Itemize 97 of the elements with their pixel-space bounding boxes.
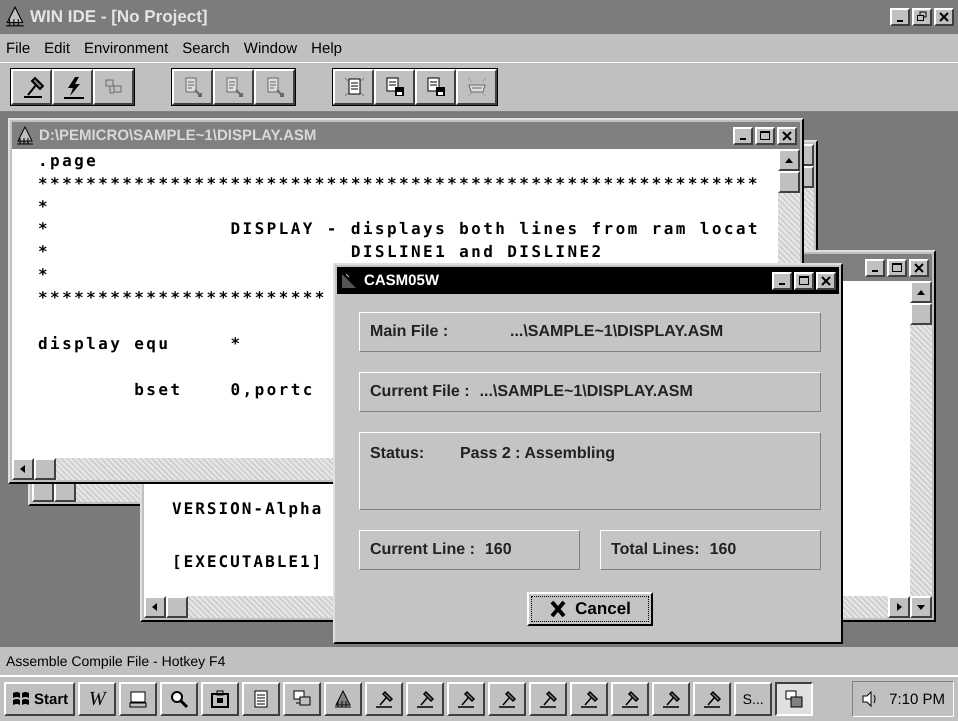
hammer-icon — [538, 689, 558, 709]
toolbar-button[interactable] — [11, 69, 52, 105]
hammer-icon — [456, 689, 476, 709]
code-line: [EXECUTABLE1] — [172, 551, 324, 574]
close-button[interactable] — [777, 126, 797, 144]
scroll-left-button[interactable] — [12, 458, 34, 480]
code-line: * — [38, 264, 50, 286]
magnifier-icon — [169, 689, 190, 709]
clock: 7:10 PM — [889, 690, 945, 708]
windows-flag-icon — [11, 690, 31, 708]
minimize-button[interactable] — [865, 258, 885, 276]
maximize-icon — [891, 262, 903, 274]
window-title: WIN IDE - [No Project] — [30, 7, 208, 27]
toolbar-button[interactable] — [333, 69, 374, 105]
code-line: ************************ — [38, 286, 327, 309]
code-line: bset 0,portc — [133, 379, 315, 402]
field-value: ...\SAMPLE~1\DISPLAY.ASM — [480, 383, 693, 401]
field-label: Main File : — [370, 323, 450, 341]
taskbar-button[interactable]: S... — [734, 682, 772, 716]
hammer-icon — [620, 689, 640, 709]
document-icon — [342, 75, 366, 99]
field-label: Current File : — [370, 383, 470, 401]
maximize-button[interactable] — [887, 258, 907, 276]
scroll-thumb[interactable] — [166, 596, 188, 618]
code-line: * — [38, 196, 50, 218]
scroll-thumb[interactable] — [778, 171, 800, 193]
hammer-icon — [415, 689, 436, 709]
field-value: ...\SAMPLE~1\DISPLAY.ASM — [510, 323, 724, 341]
minimize-button[interactable] — [890, 8, 910, 26]
restore-button[interactable] — [912, 8, 932, 26]
menu-item[interactable]: Edit — [44, 40, 70, 56]
minimize-button[interactable] — [772, 272, 792, 290]
x-icon — [549, 600, 568, 618]
tray-icon — [464, 75, 488, 99]
taskbar-button[interactable]: W — [78, 682, 116, 716]
close-icon — [938, 11, 950, 23]
hammer-icon — [497, 689, 518, 709]
field-value: 160 — [484, 541, 512, 559]
maximize-icon — [759, 130, 771, 142]
scroll-up-button[interactable] — [778, 149, 800, 171]
scroll-down-button[interactable] — [910, 596, 932, 618]
scroll-thumb[interactable] — [910, 303, 932, 325]
hammer-icon — [661, 689, 682, 709]
maximize-icon — [798, 274, 810, 286]
scroll-right-button[interactable] — [888, 596, 910, 618]
menu-item[interactable]: Window — [244, 40, 298, 56]
start-button[interactable]: Start — [4, 682, 76, 716]
toolbar-button[interactable] — [374, 69, 415, 105]
dialog-title: CASM05W — [364, 272, 440, 289]
minimize-icon — [872, 270, 878, 272]
close-button[interactable] — [909, 258, 929, 276]
hammer-icon — [702, 689, 722, 709]
code-line: * DISLINE1 and DISLINE2 — [38, 241, 604, 264]
code-line: display equ * — [38, 333, 243, 356]
field-value: Pass 2 : Assembling — [460, 445, 616, 463]
code-line: VERSION-Alpha — [172, 498, 324, 520]
maximize-button[interactable] — [794, 272, 814, 290]
window-stack-icon — [784, 689, 804, 709]
close-icon — [820, 274, 832, 286]
house-icon — [4, 6, 26, 28]
scroll-left-button[interactable] — [144, 596, 166, 618]
house-icon — [15, 126, 35, 146]
hammer-icon — [374, 689, 394, 709]
briefcase-icon — [210, 689, 230, 709]
scroll-thumb[interactable] — [34, 458, 56, 480]
field-value: 160 — [710, 541, 736, 559]
field-label: Total Lines: — [611, 541, 700, 559]
restore-icon — [916, 11, 928, 23]
code-line: * DISPLAY - displays both lines from ram locat — [38, 218, 760, 240]
close-button[interactable] — [816, 272, 836, 290]
hammer-icon — [579, 689, 600, 709]
code-line: .page — [38, 150, 98, 172]
menu-item[interactable]: Help — [311, 40, 342, 56]
taskbar-button[interactable] — [775, 682, 814, 716]
app-icon — [340, 272, 358, 290]
cancel-button[interactable]: Cancel — [527, 592, 653, 626]
minimize-icon — [897, 20, 903, 22]
minimize-icon — [740, 138, 746, 140]
status-text: Assemble Compile File - Hotkey F4 — [6, 653, 226, 669]
menu-item[interactable]: Search — [182, 40, 230, 56]
minimize-button[interactable] — [733, 126, 753, 144]
scroll-up-button[interactable] — [910, 281, 932, 303]
menu-item[interactable]: File — [6, 40, 30, 56]
code-line: ************************************************************ — [38, 172, 760, 195]
close-icon — [913, 262, 925, 274]
maximize-button[interactable] — [755, 126, 775, 144]
toolbar-button[interactable] — [52, 69, 93, 105]
computer-icon — [128, 689, 148, 709]
menu-item[interactable]: Environment — [84, 40, 168, 56]
minimize-icon — [779, 283, 785, 285]
close-button[interactable] — [934, 8, 954, 26]
window-title: D:\PEMICRO\SAMPLE~1\DISPLAY.ASM — [39, 127, 316, 144]
close-icon — [781, 130, 793, 142]
field-label: Current Line : — [370, 541, 475, 559]
house-icon — [333, 689, 354, 709]
toolbar-button[interactable] — [415, 69, 456, 105]
field-label: Status: — [370, 445, 426, 463]
